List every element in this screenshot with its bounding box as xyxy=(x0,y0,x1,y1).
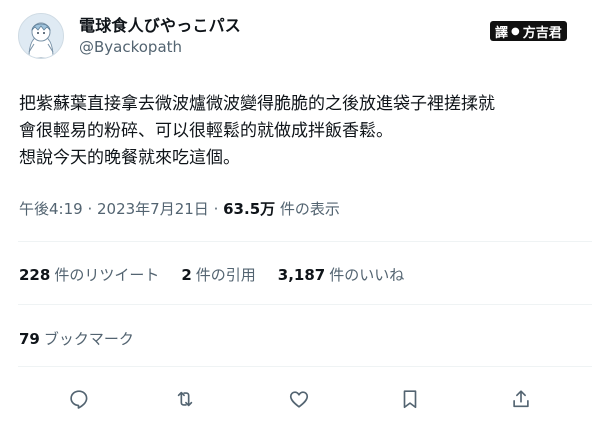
retweet-button[interactable] xyxy=(170,384,200,414)
action-bar xyxy=(0,384,598,414)
avatar[interactable] xyxy=(18,13,64,59)
meta-separator: · xyxy=(208,200,224,218)
retweets-count: 228 xyxy=(19,266,51,284)
retweets-label: 件のリツイート xyxy=(54,266,160,284)
retweets-stat[interactable]: 228 件のリツイート xyxy=(19,264,159,285)
meta-separator: · xyxy=(82,200,97,218)
bookmarks-label: ブックマーク xyxy=(43,330,134,348)
bookmark-icon xyxy=(403,390,417,409)
display-name[interactable]: 電球食人びやっこパス xyxy=(79,12,241,36)
tweet-text: 把紫蘇葉直接拿去微波爐微波變得脆脆的之後放進袋子裡搓揉就 會很輕易的粉碎、可以很… xyxy=(19,91,591,172)
translator-watermark: 譯 ● 方吉君 xyxy=(490,21,567,41)
tweet-line: 把紫蘇葉直接拿去微波爐微波變得脆脆的之後放進袋子裡搓揉就 xyxy=(19,94,495,114)
views-label: 件の表示 xyxy=(275,200,340,218)
tweet-time[interactable]: 午後4:19 xyxy=(19,200,83,218)
retweet-icon xyxy=(177,391,193,407)
bookmarks-count: 79 xyxy=(19,330,40,348)
divider xyxy=(18,304,592,305)
likes-count: 3,187 xyxy=(277,266,326,284)
translator-separator: ● xyxy=(511,25,520,37)
avatar-illustration xyxy=(19,14,63,58)
quotes-label: 件の引用 xyxy=(195,266,256,284)
tweet-meta: 午後4:19 · 2023年7月21日 · 63.5万 件の表示 xyxy=(19,198,340,219)
translator-prefix: 譯 xyxy=(495,25,509,41)
engagement-stats: 228 件のリツイート 2 件の引用 3,187 件のいいね xyxy=(19,264,426,285)
reply-button[interactable] xyxy=(64,384,94,414)
share-button[interactable] xyxy=(506,384,536,414)
tweet-line: 會很輕易的粉碎、可以很輕鬆的就做成拌飯香鬆。 xyxy=(19,121,393,141)
bookmark-button[interactable] xyxy=(395,384,425,414)
divider xyxy=(18,366,592,367)
tweet-date[interactable]: 2023年7月21日 xyxy=(97,200,209,218)
reply-icon xyxy=(70,390,88,409)
like-icon xyxy=(289,391,309,408)
translator-name: 方吉君 xyxy=(522,25,562,41)
quotes-count: 2 xyxy=(181,266,192,284)
divider xyxy=(18,241,592,242)
views-count: 63.5万 xyxy=(223,200,276,218)
likes-stat[interactable]: 3,187 件のいいね xyxy=(278,264,404,285)
bookmarks-stat[interactable]: 79 ブックマーク xyxy=(19,328,134,349)
share-icon xyxy=(513,390,529,408)
tweet-line: 想說今天的晚餐就來吃這個。 xyxy=(19,148,240,168)
like-button[interactable] xyxy=(284,384,314,414)
likes-label: 件のいいね xyxy=(329,266,405,284)
user-handle[interactable]: @Byackopath xyxy=(79,38,182,56)
quotes-stat[interactable]: 2 件の引用 xyxy=(181,264,255,285)
